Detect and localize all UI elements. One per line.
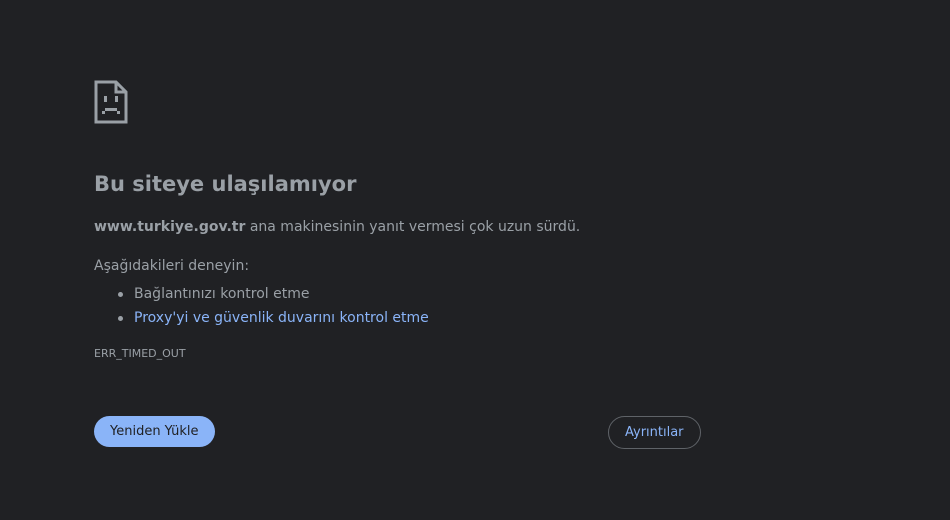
suggestion-check-connection: Bağlantınızı kontrol etme xyxy=(118,282,429,306)
error-code: ERR_TIMED_OUT xyxy=(94,347,186,360)
reload-button[interactable]: Yeniden Yükle xyxy=(94,416,215,447)
error-page: Bu siteye ulaşılamıyor www.turkiye.gov.t… xyxy=(0,0,950,520)
check-proxy-firewall-link[interactable]: Proxy'yi ve güvenlik duvarını kontrol et… xyxy=(134,310,429,326)
suggestions-list: Bağlantınızı kontrol etme Proxy'yi ve gü… xyxy=(94,282,429,330)
details-button[interactable]: Ayrıntılar xyxy=(608,416,701,449)
page-title: Bu siteye ulaşılamıyor xyxy=(94,172,357,196)
sad-page-icon xyxy=(94,80,128,124)
host-name: www.turkiye.gov.tr xyxy=(94,219,246,235)
error-content: Bu siteye ulaşılamıyor www.turkiye.gov.t… xyxy=(94,80,694,360)
error-message: ana makinesinin yanıt vermesi çok uzun s… xyxy=(245,219,581,235)
suggestion-check-proxy-firewall: Proxy'yi ve güvenlik duvarını kontrol et… xyxy=(118,306,429,330)
error-summary: www.turkiye.gov.tr ana makinesinin yanıt… xyxy=(94,219,580,235)
suggestions-label: Aşağıdakileri deneyin: xyxy=(94,258,250,274)
